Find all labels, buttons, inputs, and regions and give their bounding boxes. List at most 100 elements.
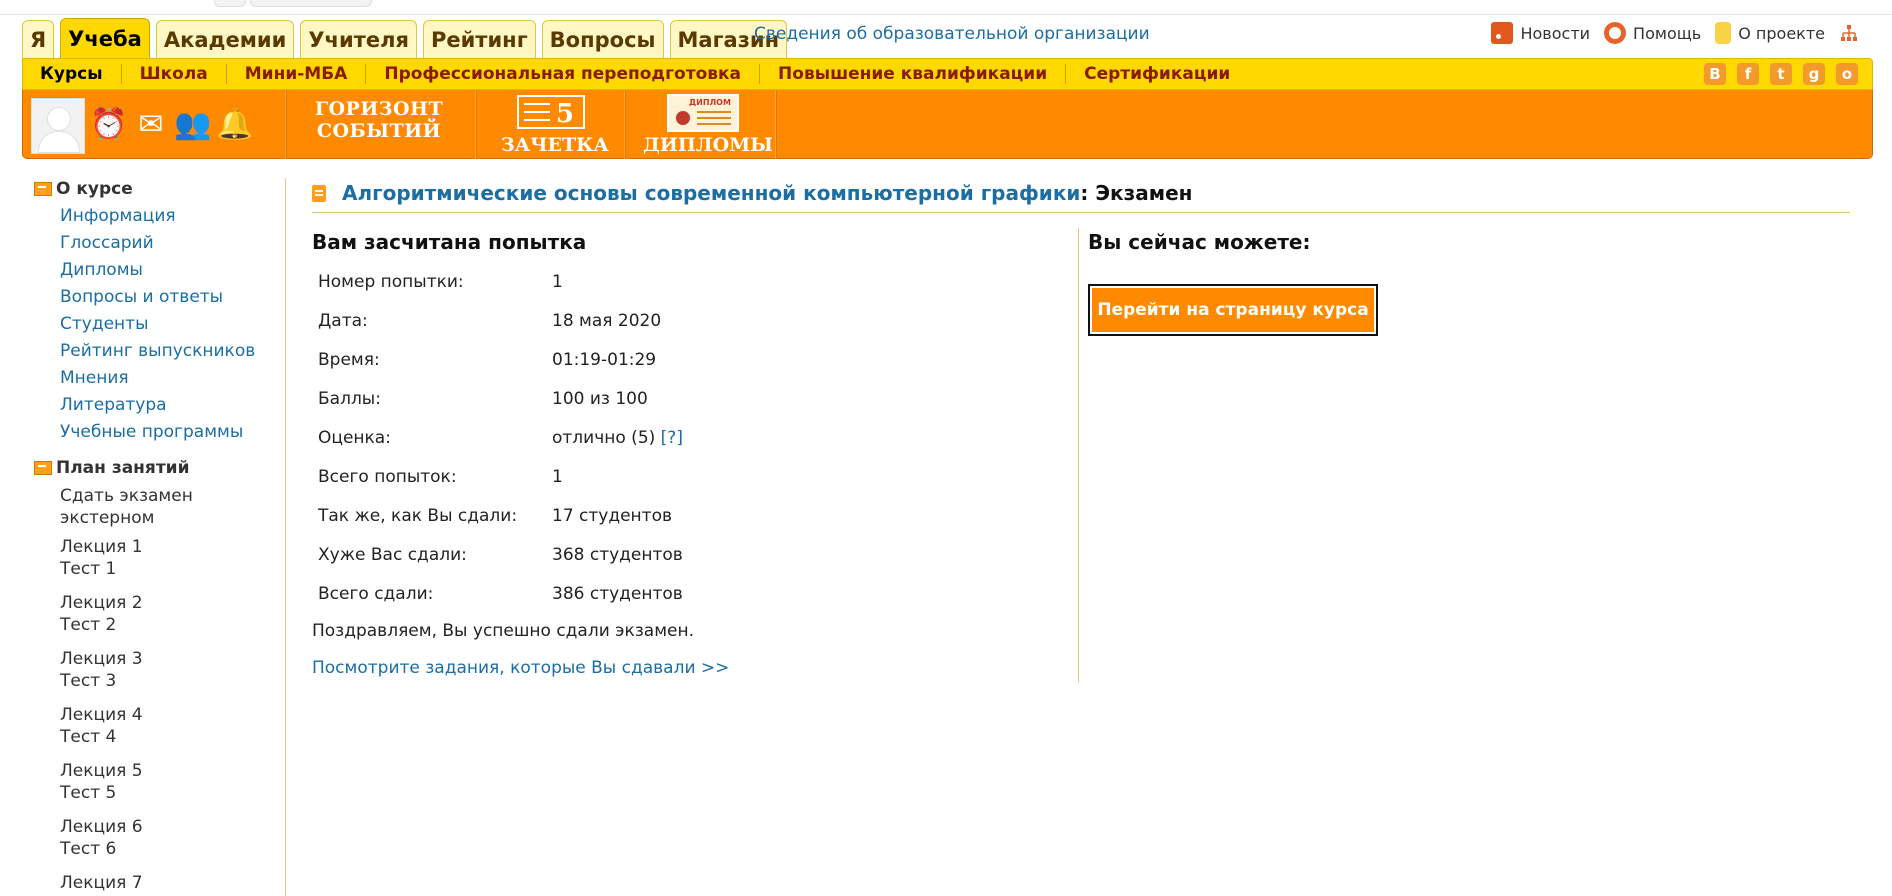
row-key: Так же, как Вы сдали: — [318, 505, 518, 526]
row-key: Дата: — [318, 310, 368, 331]
sidebar-item-diplomas[interactable]: Дипломы — [34, 259, 274, 281]
sidebar-item-info[interactable]: Информация — [34, 205, 274, 227]
sidebar-item-graduate-rating[interactable]: Рейтинг выпускников — [34, 340, 274, 362]
about-label: О проекте — [1738, 23, 1825, 43]
tab-academies[interactable]: Академии — [155, 20, 295, 58]
course-sidebar: О курсе Информация Глоссарий Дипломы Воп… — [34, 178, 274, 894]
table-row: Дата: 18 мая 2020 — [312, 301, 683, 340]
row-key: Оценка: — [318, 427, 391, 448]
about-link[interactable]: О проекте — [1715, 22, 1825, 44]
view-tasks-link[interactable]: Посмотрите задания, которые Вы сдавали >… — [312, 658, 729, 678]
sitemap-link[interactable] — [1839, 22, 1866, 44]
diploma-icon: ДИПЛОМ — [667, 94, 739, 132]
title-divider — [312, 212, 1850, 213]
horizon-line2: СОБЫТИЙ — [316, 120, 442, 142]
row-value: 1 — [552, 271, 563, 292]
events-horizon-button[interactable]: ГОРИЗОНТ СОБЫТИЙ — [299, 94, 459, 156]
zachetka-button[interactable]: 5 ЗАЧЕТКА — [501, 94, 609, 156]
rss-icon — [1491, 22, 1514, 44]
table-row: Хуже Вас сдали: 368 студентов — [312, 535, 683, 574]
news-link[interactable]: Новости — [1491, 22, 1590, 44]
sidebar-item-faq[interactable]: Вопросы и ответы — [34, 286, 274, 308]
tab-rating[interactable]: Рейтинг — [422, 20, 536, 58]
congrats-message: Поздравляем, Вы успешно сдали экзамен. — [312, 621, 695, 641]
avatar[interactable] — [31, 98, 85, 154]
menu-school[interactable]: Школа — [122, 64, 227, 84]
org-info-link[interactable]: Сведения об образовательной организации — [754, 24, 1150, 44]
menu-certification[interactable]: Сертификации — [1066, 64, 1248, 84]
news-label: Новости — [1520, 23, 1591, 43]
page-title: Алгоритмические основы современной компь… — [312, 178, 1850, 208]
zachetka-label: ЗАЧЕТКА — [501, 134, 609, 156]
go-to-course-button[interactable]: Перейти на страницу курса — [1088, 284, 1378, 336]
row-key: Баллы: — [318, 388, 381, 409]
menu-retraining[interactable]: Профессиональная переподготовка — [366, 64, 761, 84]
row-key: Номер попытки: — [318, 271, 464, 292]
menu-courses[interactable]: Курсы — [23, 64, 122, 84]
row-value: отлично (5) [?] — [546, 418, 683, 457]
row-value: 368 студентов — [552, 544, 683, 565]
course-title-link[interactable]: Алгоритмические основы современной компь… — [342, 181, 1080, 205]
twitter-icon[interactable]: t — [1770, 63, 1792, 85]
info-icon — [1715, 22, 1732, 44]
toolbar-separator — [624, 90, 626, 159]
diploma-top-text: ДИПЛОМ — [689, 98, 731, 107]
alarm-clock-icon[interactable]: ⏰ — [90, 104, 127, 144]
tab-questions[interactable]: Вопросы — [541, 20, 664, 58]
sidebar-item-programs[interactable]: Учебные программы — [34, 421, 274, 443]
plan-item-line2: Тест 4 — [60, 727, 117, 747]
about-course-heading: О курсе — [34, 178, 274, 200]
plan-item[interactable]: Сдать экзамен экстерном — [34, 485, 274, 529]
table-row: Оценка: отлично (5) [?] — [312, 418, 683, 457]
row-key: Всего сдали: — [318, 583, 434, 604]
menu-mini-mba[interactable]: Мини-МБА — [227, 64, 367, 84]
folder-icon — [34, 182, 52, 196]
row-value: 100 из 100 — [552, 388, 648, 409]
bell-icon[interactable]: 🔔 — [216, 104, 253, 144]
google-icon[interactable]: g — [1803, 63, 1825, 85]
book-icon — [312, 184, 326, 202]
main-content: Алгоритмические основы современной компь… — [312, 178, 1850, 682]
plan-item-line2: Тест 6 — [60, 839, 117, 859]
sidebar-divider — [285, 178, 286, 896]
envelope-icon[interactable]: ✉ — [133, 104, 169, 144]
about-course-links: Информация Глоссарий Дипломы Вопросы и о… — [34, 205, 274, 443]
plan-item[interactable]: Лекция 2 Тест 2 — [34, 592, 274, 636]
social-links: В f t g о — [1693, 63, 1858, 85]
table-row: Номер попытки: 1 — [312, 262, 683, 301]
plan-item-line2: Тест 1 — [60, 559, 117, 579]
odnoklassniki-icon[interactable]: о — [1836, 63, 1858, 85]
vk-icon[interactable]: В — [1704, 63, 1726, 85]
plan-item[interactable]: Лекция 7 — [34, 872, 274, 894]
tab-me[interactable]: Я — [22, 20, 55, 58]
plan-item[interactable]: Лекция 4 Тест 4 — [34, 704, 274, 748]
plan-item-line2: экстерном — [60, 508, 155, 528]
plan-item[interactable]: Лекция 1 Тест 1 — [34, 536, 274, 580]
plan-item-line1: Лекция 3 — [60, 649, 143, 669]
row-value: 01:19-01:29 — [552, 349, 657, 370]
facebook-icon[interactable]: f — [1737, 63, 1759, 85]
row-value: 1 — [552, 466, 563, 487]
lifebuoy-icon — [1604, 22, 1627, 44]
plan-item[interactable]: Лекция 5 Тест 5 — [34, 760, 274, 804]
attempt-heading: Вам засчитана попытка — [312, 230, 587, 254]
friends-icon[interactable]: 👥 — [174, 104, 211, 144]
plan-item-line1: Лекция 4 — [60, 705, 143, 725]
plan-item-line1: Лекция 5 — [60, 761, 143, 781]
table-row: Баллы: 100 из 100 — [312, 379, 683, 418]
sidebar-item-literature[interactable]: Литература — [34, 394, 274, 416]
plan-item[interactable]: Лекция 3 Тест 3 — [34, 648, 274, 692]
sidebar-item-students[interactable]: Студенты — [34, 313, 274, 335]
column-divider — [1078, 228, 1079, 682]
tab-study[interactable]: Учеба — [60, 18, 150, 58]
plan-item-line2: Тест 5 — [60, 783, 117, 803]
grade-help-link[interactable]: [?] — [661, 428, 683, 448]
tab-teachers[interactable]: Учителя — [300, 20, 417, 58]
diplomas-button[interactable]: ДИПЛОМ ДИПЛОМЫ — [643, 94, 773, 156]
plan-item[interactable]: Лекция 6 Тест 6 — [34, 816, 274, 860]
plan-item-line1: Лекция 6 — [60, 817, 143, 837]
sidebar-item-glossary[interactable]: Глоссарий — [34, 232, 274, 254]
sidebar-item-opinions[interactable]: Мнения — [34, 367, 274, 389]
menu-qualification[interactable]: Повышение квалификации — [760, 64, 1067, 84]
help-link[interactable]: Помощь — [1604, 22, 1701, 44]
